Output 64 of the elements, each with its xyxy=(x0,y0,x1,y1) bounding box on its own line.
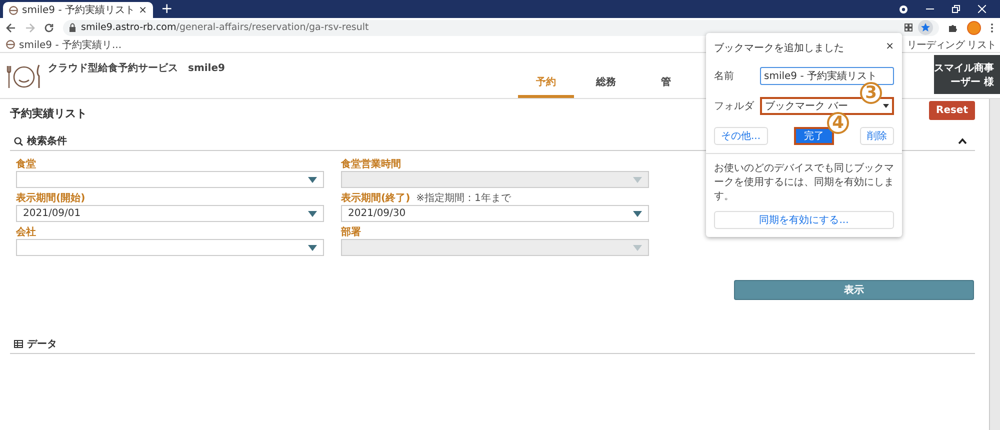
reload-icon[interactable] xyxy=(44,22,54,32)
field-label: 名前 xyxy=(714,70,735,83)
dropdown-caret-icon xyxy=(633,210,642,216)
tab-title: smile9 - 予約実績リスト xyxy=(22,4,135,17)
select-field[interactable] xyxy=(16,239,324,256)
bookmark-favicon-icon xyxy=(6,40,15,49)
dropdown-caret-icon xyxy=(308,210,317,216)
popup-button[interactable]: その他... xyxy=(714,127,768,145)
display-button[interactable]: 表示 xyxy=(734,280,974,300)
bookmark-star-button[interactable] xyxy=(918,20,933,35)
lock-icon xyxy=(69,23,76,32)
collapse-icon[interactable] xyxy=(958,138,967,144)
app-title: クラウド型給食予約サービス smile9 xyxy=(48,62,225,76)
dropdown-caret-icon xyxy=(883,104,889,108)
done-button[interactable]: 完了 xyxy=(794,127,834,145)
qr-code-icon[interactable] xyxy=(904,23,913,32)
search-icon xyxy=(14,136,23,146)
avatar[interactable] xyxy=(967,20,981,34)
section-title: 検索条件 xyxy=(27,134,67,148)
dropdown-caret-icon xyxy=(308,244,317,250)
field-label: 食堂営業時間 xyxy=(341,158,401,171)
field-note: ※指定期間：1年まで xyxy=(416,192,511,205)
puzzle-icon[interactable] xyxy=(948,22,958,32)
close-tab-button[interactable]: × xyxy=(138,4,147,16)
field-label: フォルダ xyxy=(714,100,756,113)
new-tab-button[interactable]: + xyxy=(161,2,173,16)
select-field[interactable]: 2021/09/01 xyxy=(16,205,324,222)
logo-drawing xyxy=(6,62,42,90)
browser-tab[interactable]: smile9 - 予約実績リスト × xyxy=(3,2,153,18)
field-label: 表示期間(開始) xyxy=(16,192,86,205)
sync-text: お使いのどのデバイスでも同じブックマークを使用するには、同期を有効にします。 xyxy=(714,162,894,204)
close-button[interactable]: × xyxy=(886,41,894,55)
close-icon[interactable] xyxy=(978,5,986,13)
popup-title: ブックマークを追加しました xyxy=(714,42,844,55)
dropdown-caret-icon xyxy=(633,244,642,250)
field-label: 部署 xyxy=(341,226,361,239)
address-bar[interactable]: smile9.astro-rb.com/general-affairs/reservation/ga-rsv-result xyxy=(63,20,939,36)
sync-button[interactable]: 同期を有効にする... xyxy=(714,211,894,229)
dropdown-caret-icon xyxy=(308,176,317,182)
scrollbar[interactable] xyxy=(989,99,1000,430)
profile-icon[interactable] xyxy=(899,4,908,14)
user-panel[interactable]: スマイル商事 ーザー 様 xyxy=(934,55,1000,94)
nav-tab[interactable]: 総務 xyxy=(578,75,634,98)
menu-icon[interactable] xyxy=(990,22,994,32)
table-icon xyxy=(14,340,23,348)
nav-tab[interactable]: 管 xyxy=(638,75,694,98)
reading-list-button[interactable]: リーディング リスト xyxy=(906,38,996,52)
select-field[interactable] xyxy=(16,171,324,188)
select-field[interactable]: 2021/09/30 xyxy=(341,205,649,222)
field-label: 食堂 xyxy=(16,158,36,171)
section-title: データ xyxy=(27,338,57,351)
user-name: ーザー 様 xyxy=(950,76,994,88)
bookmark-item[interactable]: smile9 - 予約実績リ... xyxy=(19,38,122,52)
favicon-icon xyxy=(9,6,18,14)
back-icon[interactable] xyxy=(6,22,16,32)
reset-button[interactable]: Reset xyxy=(929,100,975,120)
name-input[interactable]: smile9 - 予約実績リスト xyxy=(760,67,894,85)
field-label: 会社 xyxy=(16,226,36,239)
popup-button[interactable]: 削除 xyxy=(860,127,894,145)
dropdown-caret-icon xyxy=(633,176,642,182)
user-name: スマイル商事 xyxy=(934,61,994,74)
field-label: 表示期間(終了) xyxy=(341,192,410,205)
restore-icon[interactable] xyxy=(952,5,960,13)
page-title: 予約実績リスト xyxy=(10,106,87,120)
